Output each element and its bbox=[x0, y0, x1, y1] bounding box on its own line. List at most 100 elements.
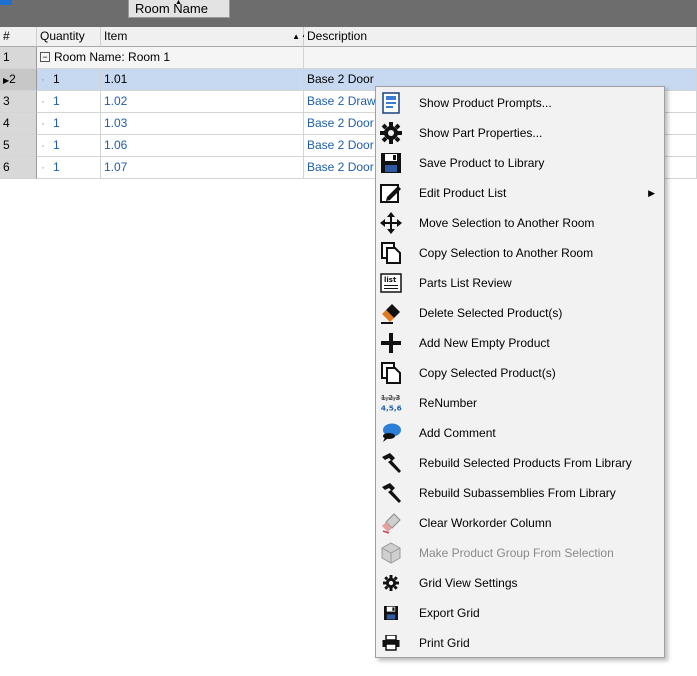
menu-item-label: Add Comment bbox=[419, 426, 496, 440]
menu-item-label: Export Grid bbox=[419, 606, 480, 620]
item-cell[interactable]: 1.01 bbox=[101, 69, 304, 91]
group-by-panel[interactable]: Room Name ▲ bbox=[0, 0, 697, 27]
comment-bubble-icon bbox=[380, 422, 402, 444]
group-row-label-cell: − Room Name: Room 1 bbox=[37, 47, 304, 69]
quantity-cell[interactable]: · 1 bbox=[37, 91, 101, 113]
group-row-filler bbox=[304, 47, 697, 69]
quantity-cell[interactable]: · 1 bbox=[37, 157, 101, 179]
menu-item-show-part-properties[interactable]: Show Part Properties... bbox=[376, 118, 664, 148]
row-number: 6 bbox=[0, 157, 37, 179]
tree-line-icon: · bbox=[41, 138, 45, 152]
item-cell[interactable]: 1.06 bbox=[101, 135, 304, 157]
printer-icon bbox=[380, 632, 402, 654]
clear-brush-icon bbox=[380, 512, 402, 534]
product-prompts-icon bbox=[380, 92, 402, 114]
menu-item-label: Grid View Settings bbox=[419, 576, 518, 590]
menu-item-label: Clear Workorder Column bbox=[419, 516, 552, 530]
menu-item-label: Rebuild Subassemblies From Library bbox=[419, 486, 616, 500]
column-header-item[interactable]: Item ▲ ▲ bbox=[101, 27, 309, 47]
menu-item-label: Save Product to Library bbox=[419, 156, 545, 170]
column-header-rownum[interactable]: # bbox=[0, 27, 37, 47]
menu-item-move-selection[interactable]: Move Selection to Another Room bbox=[376, 208, 664, 238]
menu-item-delete-selected-products[interactable]: Delete Selected Product(s) bbox=[376, 298, 664, 328]
item-cell[interactable]: 1.07 bbox=[101, 157, 304, 179]
plus-icon bbox=[380, 332, 402, 354]
menu-item-make-product-group[interactable]: Make Product Group From Selection bbox=[376, 538, 664, 568]
copy-pages-icon bbox=[380, 242, 402, 264]
gear-small-icon bbox=[380, 572, 402, 594]
renumber-icon: 1,2,3 4,5,6 bbox=[380, 392, 402, 414]
column-header-description[interactable]: Description bbox=[304, 27, 697, 47]
quantity-cell[interactable]: · 1 bbox=[37, 135, 101, 157]
list-icon: list bbox=[380, 272, 402, 294]
floppy-disk-icon bbox=[380, 152, 402, 174]
group-chip-label: Room Name bbox=[135, 1, 208, 16]
column-header-quantity[interactable]: Quantity bbox=[37, 27, 101, 47]
row-number: 1 bbox=[0, 47, 37, 69]
context-menu: Show Product Prompts... Show Part Proper… bbox=[375, 86, 665, 658]
quantity-value: 1 bbox=[53, 138, 60, 152]
group-row-label: Room Name: Room 1 bbox=[54, 50, 171, 64]
tree-line-icon: · bbox=[41, 94, 45, 108]
quantity-cell[interactable]: · 1 bbox=[37, 69, 101, 91]
quantity-cell[interactable]: · 1 bbox=[37, 113, 101, 135]
row-number: 3 bbox=[0, 91, 37, 113]
tree-line-icon: · bbox=[41, 72, 45, 86]
menu-item-rebuild-subassemblies[interactable]: Rebuild Subassemblies From Library bbox=[376, 478, 664, 508]
menu-item-label: Edit Product List bbox=[419, 186, 507, 200]
menu-item-label: Make Product Group From Selection bbox=[419, 546, 614, 560]
svg-text:4,5,6: 4,5,6 bbox=[381, 403, 402, 412]
item-cell[interactable]: 1.02 bbox=[101, 91, 304, 113]
row-number: 4 bbox=[0, 113, 37, 135]
row-number-text: 2 bbox=[9, 72, 16, 86]
menu-item-show-product-prompts[interactable]: Show Product Prompts... bbox=[376, 88, 664, 118]
menu-item-label: Add New Empty Product bbox=[419, 336, 550, 350]
column-header-label: Description bbox=[307, 29, 368, 43]
sort-ascending-icon: ▲ bbox=[175, 0, 182, 6]
menu-item-label: Move Selection to Another Room bbox=[419, 216, 595, 230]
eraser-icon bbox=[380, 302, 402, 324]
menu-item-label: ReNumber bbox=[419, 396, 478, 410]
menu-item-label: Rebuild Selected Products From Library bbox=[419, 456, 632, 470]
menu-item-print-grid[interactable]: Print Grid bbox=[376, 628, 664, 658]
hammer-icon bbox=[380, 452, 402, 474]
menu-item-grid-view-settings[interactable]: Grid View Settings bbox=[376, 568, 664, 598]
menu-item-edit-product-list[interactable]: Edit Product List ▶ bbox=[376, 178, 664, 208]
item-cell[interactable]: 1.03 bbox=[101, 113, 304, 135]
menu-item-parts-list-review[interactable]: list Parts List Review bbox=[376, 268, 664, 298]
menu-item-rebuild-selected-products[interactable]: Rebuild Selected Products From Library bbox=[376, 448, 664, 478]
tree-line-icon: · bbox=[41, 116, 45, 130]
group-row[interactable]: 1 − Room Name: Room 1 bbox=[0, 47, 697, 69]
quantity-value: 1 bbox=[53, 72, 60, 86]
select-all-corner[interactable] bbox=[0, 0, 12, 5]
menu-item-add-comment[interactable]: Add Comment bbox=[376, 418, 664, 448]
svg-text:list: list bbox=[384, 276, 397, 284]
menu-item-label: Parts List Review bbox=[419, 276, 512, 290]
menu-item-copy-selection-room[interactable]: Copy Selection to Another Room bbox=[376, 238, 664, 268]
quantity-value: 1 bbox=[53, 116, 60, 130]
menu-item-label: Copy Selection to Another Room bbox=[419, 246, 594, 260]
submenu-arrow-icon: ▶ bbox=[648, 188, 655, 198]
copy-pages-icon bbox=[380, 362, 402, 384]
collapse-icon[interactable]: − bbox=[40, 51, 50, 62]
quantity-value: 1 bbox=[53, 160, 60, 174]
menu-item-label: Show Part Properties... bbox=[419, 126, 543, 140]
menu-item-copy-selected-products[interactable]: Copy Selected Product(s) bbox=[376, 358, 664, 388]
column-header-label: Quantity bbox=[40, 29, 85, 43]
menu-item-clear-workorder-column[interactable]: Clear Workorder Column bbox=[376, 508, 664, 538]
menu-item-label: Delete Selected Product(s) bbox=[419, 306, 563, 320]
row-number: 5 bbox=[0, 135, 37, 157]
cube-group-icon bbox=[380, 542, 402, 564]
tree-line-icon: · bbox=[41, 160, 45, 174]
menu-item-export-grid[interactable]: Export Grid bbox=[376, 598, 664, 628]
menu-item-save-product-to-library[interactable]: Save Product to Library bbox=[376, 148, 664, 178]
menu-item-renumber[interactable]: 1,2,3 4,5,6 ReNumber bbox=[376, 388, 664, 418]
menu-item-add-new-empty-product[interactable]: Add New Empty Product bbox=[376, 328, 664, 358]
menu-item-label: Copy Selected Product(s) bbox=[419, 366, 556, 380]
menu-item-label: Show Product Prompts... bbox=[419, 96, 552, 110]
hammer-icon bbox=[380, 482, 402, 504]
quantity-value: 1 bbox=[53, 94, 60, 108]
column-header-label: # bbox=[3, 29, 10, 43]
column-header-label: Item bbox=[104, 29, 128, 43]
gear-icon bbox=[380, 122, 402, 144]
